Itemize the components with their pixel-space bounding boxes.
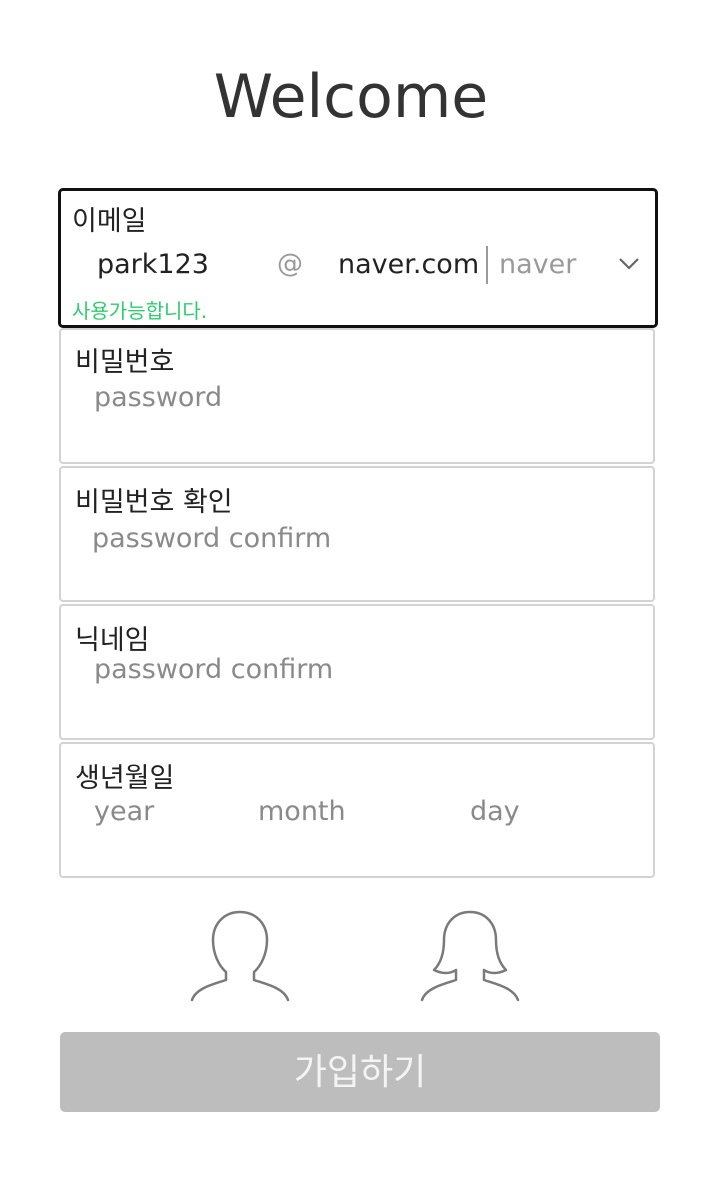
password-input[interactable]: password (94, 382, 222, 413)
male-icon[interactable] (188, 910, 292, 1002)
signup-button[interactable]: 가입하기 (60, 1032, 660, 1112)
password-confirm-input[interactable]: password confirm (92, 523, 331, 554)
signup-page: Welcome 이메일 park123 @ naver.com naver 사용… (0, 0, 720, 1200)
password-confirm-label: 비밀번호 확인 (75, 487, 233, 518)
email-status-text: 사용가능합니다. (72, 299, 208, 323)
day-input[interactable]: day (470, 796, 520, 827)
email-local-input[interactable]: park123 (97, 249, 209, 280)
birthdate-field[interactable]: 생년월일 year month day (59, 742, 655, 878)
year-input[interactable]: year (94, 796, 154, 827)
email-field[interactable]: 이메일 park123 @ naver.com naver 사용가능합니다. (58, 188, 658, 328)
nickname-label: 닉네임 (75, 625, 150, 656)
email-divider (486, 246, 488, 284)
password-confirm-field[interactable]: 비밀번호 확인 password confirm (59, 466, 655, 602)
email-label: 이메일 (72, 206, 147, 237)
email-domain-input[interactable]: naver.com (338, 249, 479, 280)
password-label: 비밀번호 (75, 347, 175, 378)
password-field[interactable]: 비밀번호 password (59, 328, 655, 464)
nickname-input[interactable]: password confirm (94, 654, 333, 685)
nickname-field[interactable]: 닉네임 password confirm (59, 604, 655, 740)
email-domain-select[interactable]: naver (499, 249, 576, 280)
page-title: Welcome (213, 62, 489, 132)
month-input[interactable]: month (258, 796, 346, 827)
female-icon[interactable] (418, 910, 522, 1002)
at-symbol: @ (277, 249, 303, 279)
chevron-down-icon[interactable] (616, 251, 642, 277)
birthdate-label: 생년월일 (75, 763, 175, 794)
